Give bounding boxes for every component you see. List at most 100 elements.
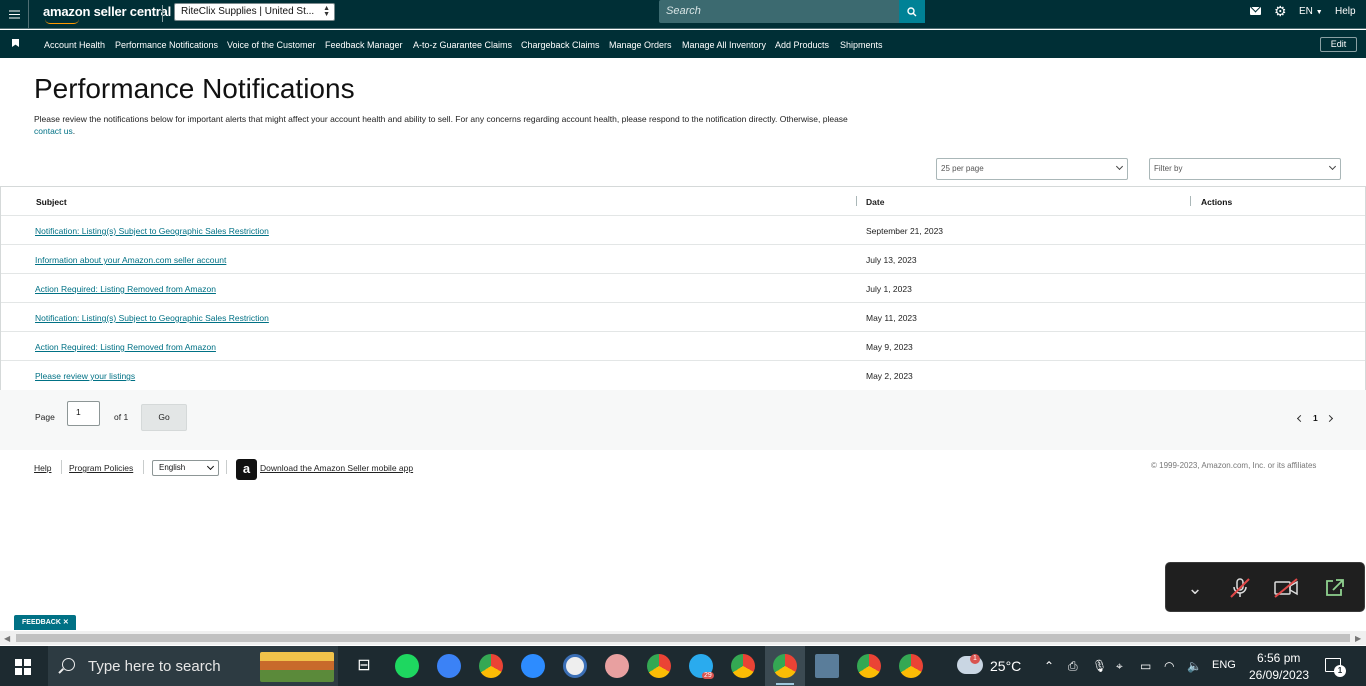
gear-icon[interactable]: ⚙ [1274, 4, 1287, 18]
nav-manage-all-inventory[interactable]: Manage All Inventory [682, 40, 766, 50]
nav-add-products[interactable]: Add Products [775, 40, 829, 50]
camera-off-icon[interactable] [1272, 577, 1300, 599]
external-link-icon [1326, 579, 1344, 596]
page-number-input[interactable]: 1 [67, 401, 100, 426]
nav-account-health[interactable]: Account Health [44, 40, 105, 50]
language-selector[interactable]: EN ▼ [1299, 6, 1323, 17]
store-selector[interactable]: RiteClix Supplies | United St... ▲ ▼ [174, 3, 335, 21]
header-subject[interactable]: Subject [36, 197, 67, 207]
mail-icon[interactable] [1250, 7, 1261, 15]
search-input[interactable]: Search [659, 0, 899, 23]
footer-language-select[interactable]: English [152, 460, 219, 476]
table-row: Action Required: Listing Removed from Am… [1, 332, 1365, 361]
telegram-unread-badge: 29 [702, 672, 714, 679]
per-page-select[interactable]: 25 per page [936, 158, 1128, 180]
volume-icon[interactable]: 🔈 [1187, 659, 1202, 673]
help-link[interactable]: Help [1335, 6, 1356, 17]
pop-out-icon[interactable] [1323, 577, 1347, 599]
chrome-profile-icon[interactable] [647, 654, 671, 678]
clock-date[interactable]: 26/09/2023 [1249, 668, 1309, 682]
intro-body: Please review the notifications below fo… [34, 114, 848, 124]
scroll-right-icon[interactable]: ▶ [1355, 634, 1361, 643]
notification-subject-link[interactable]: Notification: Listing(s) Subject to Geog… [35, 226, 269, 236]
nav-a-to-z-claims[interactable]: A-to-z Guarantee Claims [413, 40, 512, 50]
header-actions: Actions [1201, 197, 1233, 207]
chrome-icon[interactable] [479, 654, 503, 678]
header-date[interactable]: Date [866, 197, 884, 207]
chrome-profile-r-icon[interactable] [899, 654, 923, 678]
chrome-profile-l-icon[interactable] [773, 654, 797, 678]
chevron-down-icon [1328, 162, 1337, 171]
battery-icon[interactable]: ▭ [1140, 659, 1151, 673]
current-page-number[interactable]: 1 [1313, 413, 1318, 423]
bookmark-icon[interactable] [12, 39, 19, 47]
amazon-app-icon[interactable]: a [236, 459, 257, 480]
store-selector-label: RiteClix Supplies | United St... [181, 6, 315, 17]
zoom-icon[interactable] [521, 654, 545, 678]
menu-icon[interactable] [0, 0, 29, 29]
scrollbar-thumb[interactable] [16, 634, 1350, 642]
table-header: Subject Date Actions [1, 187, 1365, 216]
chrome-profile-m-icon[interactable] [731, 654, 755, 678]
chevron-right-icon[interactable] [1325, 414, 1334, 423]
canva-icon[interactable] [437, 654, 461, 678]
task-view-icon[interactable]: ⊟ [352, 654, 376, 678]
nav-chargeback-claims[interactable]: Chargeback Claims [521, 40, 600, 50]
notification-subject-link[interactable]: Information about your Amazon.com seller… [35, 255, 226, 265]
microphone-icon [1230, 578, 1250, 598]
nav-performance-notifications[interactable]: Performance Notifications [115, 40, 218, 50]
edit-nav-button[interactable]: Edit [1320, 37, 1357, 52]
column-separator [856, 196, 857, 206]
notification-subject-link[interactable]: Action Required: Listing Removed from Am… [35, 342, 216, 352]
copyright-text: © 1999-2023, Amazon.com, Inc. or its aff… [1151, 461, 1317, 470]
page-count-label: of 1 [114, 412, 129, 422]
feedback-tab[interactable]: FEEDBACK ✕ [14, 615, 76, 630]
nav-feedback-manager[interactable]: Feedback Manager [325, 40, 403, 50]
spotify-icon[interactable] [395, 654, 419, 678]
close-icon[interactable]: ✕ [63, 619, 69, 626]
camera-icon [1274, 578, 1298, 598]
clock-time[interactable]: 6:56 pm [1257, 651, 1300, 665]
notification-subject-link[interactable]: Action Required: Listing Removed from Am… [35, 284, 216, 294]
page-label: Page [35, 412, 55, 422]
calculator-icon[interactable] [815, 654, 839, 678]
input-language[interactable]: ENG [1212, 659, 1236, 671]
go-button[interactable]: Go [141, 404, 187, 431]
page-title: Performance Notifications [34, 73, 355, 104]
chevron-down-icon [1115, 162, 1124, 171]
chevron-left-icon[interactable] [1296, 414, 1305, 423]
footer-help-link[interactable]: Help [34, 463, 51, 473]
notification-date: July 1, 2023 [866, 284, 912, 294]
meet-now-icon[interactable]: ⎙ [1068, 659, 1078, 674]
chevron-down-icon[interactable]: ⌄ [1183, 577, 1207, 599]
contact-us-link[interactable]: contact us [34, 126, 73, 136]
wifi-icon[interactable]: ◠ [1164, 659, 1174, 673]
temperature-text[interactable]: 25°C [990, 658, 1021, 674]
nav-voice-of-the-customer[interactable]: Voice of the Customer [227, 40, 316, 50]
notification-subject-link[interactable]: Notification: Listing(s) Subject to Geog… [35, 313, 269, 323]
location-icon[interactable]: ⌖ [1116, 659, 1123, 674]
snipping-tool-icon[interactable] [605, 654, 629, 678]
download-app-link[interactable]: Download the Amazon Seller mobile app [260, 463, 413, 473]
notification-subject-link[interactable]: Please review your listings [35, 371, 135, 381]
microphone-icon[interactable]: 🎙 [1092, 659, 1107, 673]
search-button[interactable] [899, 0, 925, 23]
table-row: Action Required: Listing Removed from Am… [1, 274, 1365, 303]
notification-date: July 13, 2023 [866, 255, 917, 265]
amazon-seller-central-logo[interactable]: amazon seller central [43, 4, 171, 24]
nav-manage-orders[interactable]: Manage Orders [609, 40, 672, 50]
horizontal-scrollbar[interactable]: ◀ ▶ [0, 631, 1366, 645]
filter-select[interactable]: Filter by [1149, 158, 1341, 180]
clock-app-icon[interactable] [563, 654, 587, 678]
nav-shipments[interactable]: Shipments [840, 40, 883, 50]
chevron-up-icon[interactable]: ⌃ [1044, 659, 1054, 673]
program-policies-link[interactable]: Program Policies [69, 463, 133, 473]
taskbar-search-box[interactable]: Type here to search [48, 646, 338, 686]
microphone-muted-icon[interactable] [1228, 577, 1252, 599]
pagination-bar: Page 1 of 1 Go 1 [0, 390, 1366, 450]
scroll-left-icon[interactable]: ◀ [4, 634, 10, 643]
chrome-profile-s-icon[interactable] [857, 654, 881, 678]
table-row: Information about your Amazon.com seller… [1, 245, 1365, 274]
period: . [72, 126, 76, 136]
windows-start-icon[interactable] [15, 659, 31, 675]
